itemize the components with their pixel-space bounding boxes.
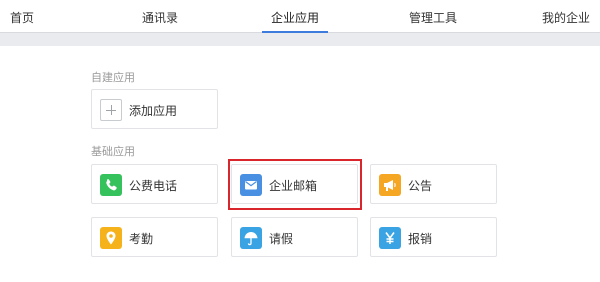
app-label-announcement: 公告 [408,179,433,193]
top-navigation: 首页 通讯录 企业应用 管理工具 我的企业 [0,0,600,33]
custom-apps-title: 自建应用 [91,71,135,84]
app-label-leave: 请假 [269,232,294,246]
app-label-attendance: 考勤 [129,232,154,246]
tab-my-enterprise[interactable]: 我的企业 [542,9,590,26]
app-label-reimbursement: 报销 [408,232,433,246]
tab-contacts[interactable]: 通讯录 [142,9,178,26]
app-card-attendance[interactable]: 考勤 [91,217,218,257]
app-card-reimbursement[interactable]: 报销 [370,217,497,257]
app-label-phone: 公费电话 [129,179,178,193]
app-card-phone[interactable]: 公费电话 [91,164,218,204]
add-app-button[interactable]: 添加应用 [91,89,218,129]
location-pin-icon [100,227,122,249]
highlight-box [228,159,362,210]
app-card-leave[interactable]: 请假 [231,217,358,257]
tab-home[interactable]: 首页 [10,9,34,26]
tab-management-tools[interactable]: 管理工具 [409,9,457,26]
app-card-announcement[interactable]: 公告 [370,164,497,204]
megaphone-icon [379,174,401,196]
plus-icon [100,99,122,121]
basic-apps-title: 基础应用 [91,145,135,158]
yen-icon [379,227,401,249]
phone-icon [100,174,122,196]
header-divider-band [0,33,600,46]
add-app-label: 添加应用 [129,104,178,118]
tab-enterprise-apps[interactable]: 企业应用 [271,9,319,26]
umbrella-icon [240,227,262,249]
